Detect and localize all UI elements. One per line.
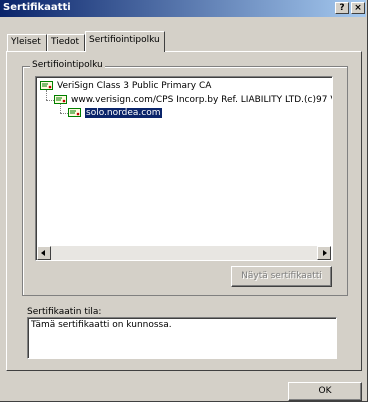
arrow-left-icon [41, 250, 45, 256]
scroll-left-button[interactable] [37, 246, 51, 260]
arrow-right-icon [323, 250, 327, 256]
tree-node-label: VeriSign Class 3 Public Primary CA [57, 81, 212, 91]
certification-path-group-label: Sertifiointipolku [30, 60, 105, 70]
tree-connector [46, 100, 54, 101]
tab-general-label: Yleiset [11, 37, 41, 47]
certification-path-tree[interactable]: VeriSign Class 3 Public Primary CA www.v… [35, 76, 333, 261]
close-icon: × [354, 3, 362, 13]
ok-label: OK [318, 386, 332, 396]
tab-details-label: Tiedot [51, 37, 80, 47]
tree-node-root[interactable]: VeriSign Class 3 Public Primary CA [40, 80, 211, 92]
certificate-status-label: Sertifikaatin tila: [27, 307, 102, 317]
tab-certification-path[interactable]: Sertifiointipolku [85, 31, 165, 52]
close-button[interactable]: × [351, 2, 365, 14]
view-certificate-label: Näytä sertifikaatti [241, 271, 322, 281]
title-bar: Sertifikaatti ? × [0, 0, 366, 17]
tab-details[interactable]: Tiedot [47, 34, 85, 51]
tab-certification-path-label: Sertifiointipolku [89, 35, 160, 45]
certificate-icon [40, 81, 53, 90]
certificate-status-box[interactable]: Tämä sertifikaatti on kunnossa. [27, 317, 337, 359]
tree-node-leaf[interactable]: solo.nordea.com [68, 107, 163, 119]
tree-node-intermediate[interactable]: www.verisign.com/CPS Incorp.by Ref. LIAB… [54, 94, 333, 106]
ok-button[interactable]: OK [288, 382, 362, 401]
tree-node-label-selected: solo.nordea.com [84, 107, 163, 119]
window-title: Sertifikaatti [3, 2, 71, 13]
help-icon: ? [339, 3, 345, 13]
tab-general[interactable]: Yleiset [7, 34, 47, 51]
certificate-status-text: Tämä sertifikaatti on kunnossa. [31, 320, 172, 330]
certificate-icon [54, 95, 67, 104]
view-certificate-button[interactable]: Näytä sertifikaatti [231, 266, 332, 287]
scroll-right-button[interactable] [317, 246, 331, 260]
certificate-dialog: Sertifikaatti ? × Yleiset Tiedot Sertifi… [0, 0, 368, 402]
certificate-icon [68, 108, 81, 117]
help-button[interactable]: ? [335, 2, 349, 14]
tree-node-label: www.verisign.com/CPS Incorp.by Ref. LIAB… [71, 95, 333, 105]
horizontal-scrollbar[interactable] [37, 246, 331, 260]
tree-connector [60, 113, 68, 114]
